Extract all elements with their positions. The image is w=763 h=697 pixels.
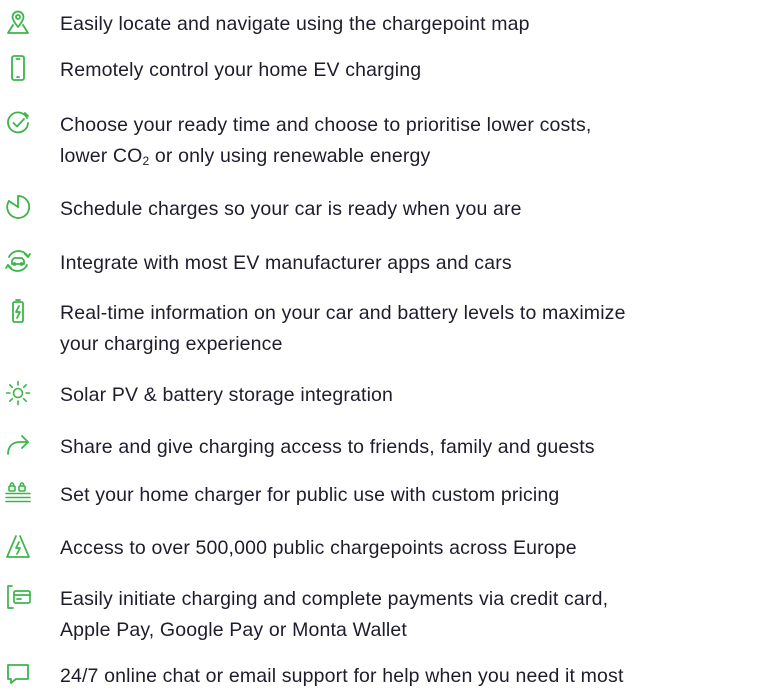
battery-bolt-icon	[5, 298, 31, 324]
feature-text: Remotely control your home EV charging	[60, 59, 422, 81]
feature-text-line-1: Real-time information on your car and ba…	[60, 302, 626, 324]
feature-text-line-2: your charging experience	[60, 333, 283, 355]
feature-text: Easily initiate charging and complete pa…	[60, 584, 760, 646]
map-pin-icon	[5, 9, 31, 35]
road-bolt-icon	[5, 533, 31, 559]
payment-card-icon	[5, 584, 31, 610]
feature-text: Solar PV & battery storage integration	[60, 384, 394, 406]
sun-icon	[5, 380, 31, 406]
feature-text-line-1: Easily initiate charging and complete pa…	[60, 588, 609, 610]
feature-text: Schedule charges so your car is ready wh…	[60, 198, 522, 220]
feature-text-line-2-rest: or only using renewable energy	[149, 145, 431, 167]
feature-text-line-1: Choose your ready time and choose to pri…	[60, 114, 592, 136]
feature-text-line-2: lower CO	[60, 145, 143, 167]
chat-bubble-icon	[5, 661, 31, 687]
feature-text: 24/7 online chat or email support for he…	[60, 665, 624, 687]
feature-text: Choose your ready time and choose to pri…	[60, 110, 760, 172]
feature-text: Integrate with most EV manufacturer apps…	[60, 252, 512, 274]
car-sync-icon	[5, 248, 31, 274]
clock-check-icon	[5, 110, 31, 136]
feature-text: Easily locate and navigate using the cha…	[60, 13, 530, 35]
public-charger-icon	[5, 480, 31, 506]
feature-text: Real-time information on your car and ba…	[60, 298, 760, 360]
feature-text-line-2: Apple Pay, Google Pay or Monta Wallet	[60, 619, 407, 641]
share-arrow-icon	[5, 432, 31, 458]
feature-text: Share and give charging access to friend…	[60, 436, 595, 458]
feature-text: Access to over 500,000 public chargepoin…	[60, 537, 577, 559]
feature-text: Set your home charger for public use wit…	[60, 484, 560, 506]
schedule-clock-icon	[5, 194, 31, 220]
smartphone-icon	[5, 55, 31, 81]
